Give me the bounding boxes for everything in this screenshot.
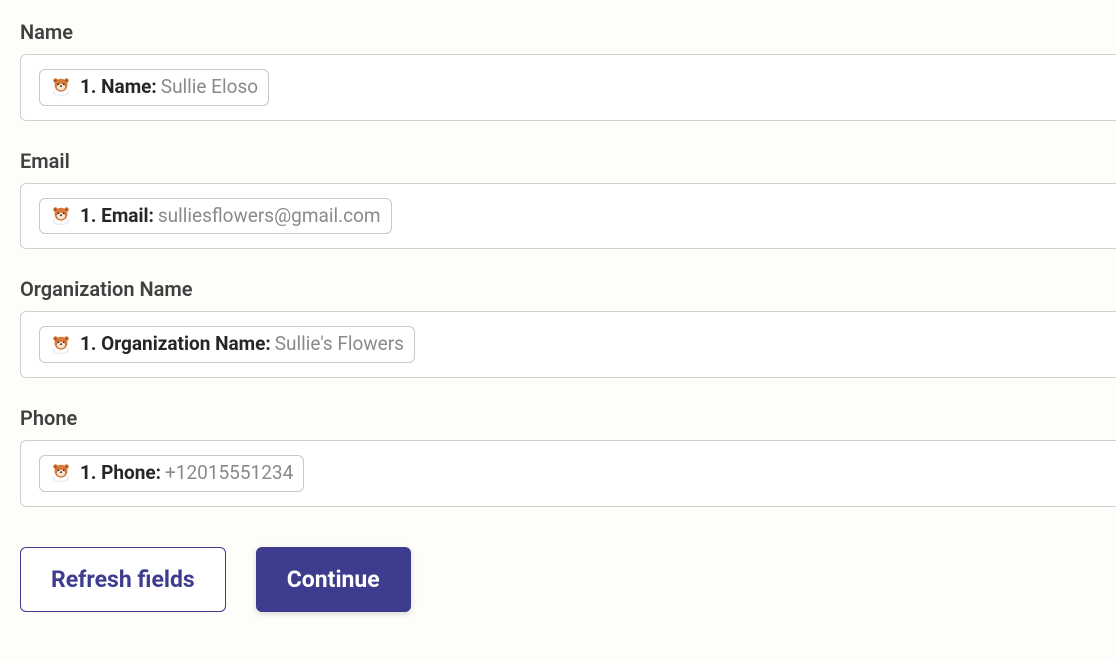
field-label-name: Name [20, 20, 1116, 44]
mascot-icon [50, 462, 72, 484]
field-group-organization: Organization Name 1. Organization Name: … [20, 277, 1116, 378]
token-label: 1. Phone: [80, 461, 161, 486]
token-value: Sullie Eloso [161, 75, 258, 100]
token-value: Sullie's Flowers [275, 332, 404, 357]
field-label-phone: Phone [20, 406, 1116, 430]
continue-button[interactable]: Continue [256, 547, 411, 612]
token-label: 1. Name: [80, 75, 157, 100]
field-group-email: Email 1. Email: sulliesflowers@gmail.com [20, 149, 1116, 250]
mascot-icon [50, 76, 72, 98]
token-phone[interactable]: 1. Phone: +12015551234 [39, 455, 304, 492]
token-label: 1. Organization Name: [80, 332, 271, 357]
token-value: sulliesflowers@gmail.com [158, 204, 381, 229]
mascot-icon [50, 205, 72, 227]
field-input-phone[interactable]: 1. Phone: +12015551234 [20, 440, 1116, 507]
field-input-email[interactable]: 1. Email: sulliesflowers@gmail.com [20, 183, 1116, 250]
field-group-phone: Phone 1. Phone: +12015551234 [20, 406, 1116, 507]
field-label-email: Email [20, 149, 1116, 173]
field-input-name[interactable]: 1. Name: Sullie Eloso [20, 54, 1116, 121]
field-input-organization[interactable]: 1. Organization Name: Sullie's Flowers [20, 311, 1116, 378]
token-name[interactable]: 1. Name: Sullie Eloso [39, 69, 269, 106]
mascot-icon [50, 334, 72, 356]
token-email[interactable]: 1. Email: sulliesflowers@gmail.com [39, 198, 392, 235]
token-value: +12015551234 [165, 461, 293, 486]
token-label: 1. Email: [80, 204, 154, 229]
field-label-organization: Organization Name [20, 277, 1116, 301]
field-group-name: Name 1. Name: Sullie Eloso [20, 20, 1116, 121]
button-row: Refresh fields Continue [20, 547, 1116, 612]
refresh-fields-button[interactable]: Refresh fields [20, 547, 226, 612]
token-organization[interactable]: 1. Organization Name: Sullie's Flowers [39, 326, 415, 363]
